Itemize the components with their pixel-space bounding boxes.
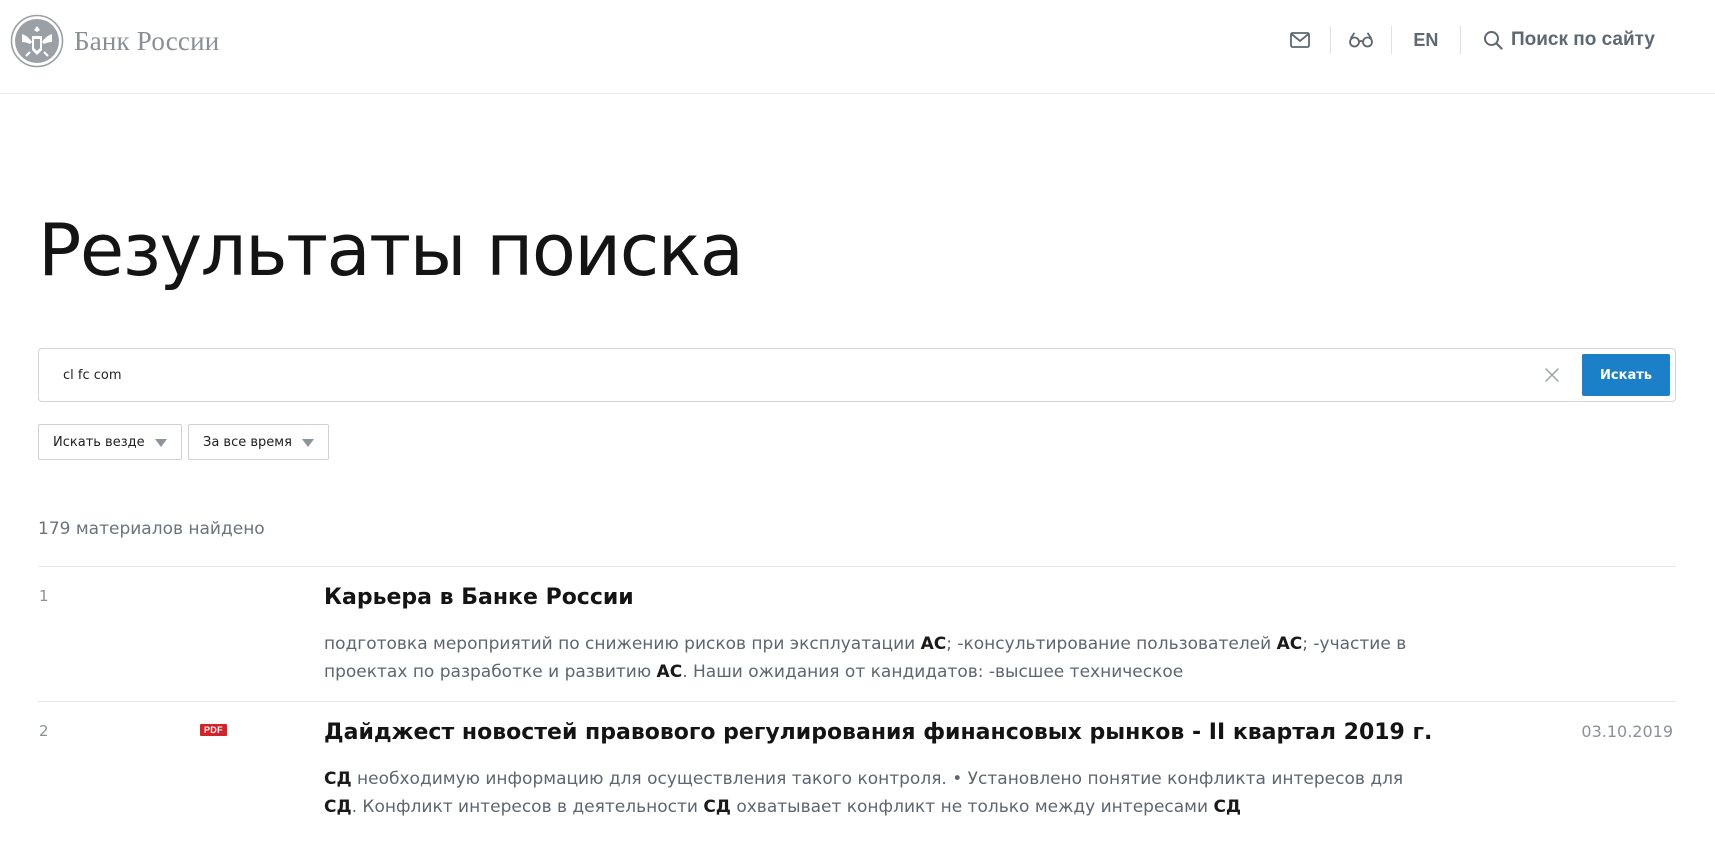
snippet-text: охватывает конфликт не только между инте… bbox=[730, 797, 1214, 817]
pdf-badge: PDF bbox=[200, 724, 227, 736]
result-number: 1 bbox=[39, 587, 49, 605]
scope-filter-dropdown[interactable]: Искать везде bbox=[38, 424, 182, 460]
page-title: Результаты поиска bbox=[38, 208, 744, 292]
result-title-link[interactable]: Карьера в Банке России bbox=[324, 585, 634, 610]
result-date: 03.10.2019 bbox=[1581, 722, 1673, 741]
mail-icon bbox=[1290, 32, 1310, 48]
snippet-highlight: СД bbox=[703, 797, 731, 817]
logo[interactable]: Банк России bbox=[10, 14, 219, 68]
snippet-highlight: АС bbox=[656, 662, 683, 682]
snippet-text: подготовка мероприятий по снижению риско… bbox=[324, 634, 921, 654]
snippet-text: необходимую информацию для осуществления… bbox=[351, 769, 1404, 789]
glasses-icon bbox=[1349, 32, 1373, 48]
snippet-highlight: СД bbox=[324, 769, 352, 789]
result-snippet: СД необходимую информацию для осуществле… bbox=[324, 765, 1414, 821]
language-switch[interactable]: EN bbox=[1392, 30, 1460, 51]
search-result-item: 2 PDF Дайджест новостей правового регули… bbox=[38, 701, 1676, 843]
logo-text: Банк России bbox=[74, 25, 220, 56]
search-result-item: 1 Карьера в Банке России подготовка меро… bbox=[38, 566, 1676, 702]
snippet-text: . Наши ожидания от кандидатов: -высшее т… bbox=[682, 662, 1184, 682]
search-submit-button[interactable]: Искать bbox=[1582, 354, 1670, 396]
snippet-highlight: СД bbox=[324, 797, 352, 817]
result-title-link[interactable]: Дайджест новостей правового регулировани… bbox=[324, 720, 1432, 745]
mail-button[interactable] bbox=[1270, 22, 1330, 58]
scope-filter-label: Искать везде bbox=[53, 434, 145, 450]
results-count: 179 материалов найдено bbox=[38, 519, 265, 539]
snippet-highlight: СД bbox=[1213, 797, 1242, 817]
period-filter-dropdown[interactable]: За все время bbox=[188, 424, 329, 460]
site-header: Банк России EN Поиск по сайту bbox=[0, 0, 1715, 94]
search-box: Искать bbox=[38, 348, 1676, 402]
search-icon bbox=[1483, 31, 1503, 50]
header-tools: EN Поиск по сайту bbox=[1270, 22, 1655, 58]
search-input[interactable] bbox=[63, 349, 1543, 401]
emblem-icon bbox=[10, 14, 64, 68]
site-search-label: Поиск по сайту bbox=[1510, 29, 1655, 50]
result-number: 2 bbox=[39, 722, 49, 740]
site-search-button[interactable]: Поиск по сайту bbox=[1461, 29, 1655, 51]
accessibility-button[interactable] bbox=[1331, 22, 1391, 58]
snippet-highlight: АС bbox=[920, 634, 947, 654]
chevron-down-icon bbox=[302, 439, 314, 447]
snippet-text: . Конфликт интересов в деятельности bbox=[351, 797, 704, 817]
clear-search-icon[interactable] bbox=[1541, 364, 1563, 386]
result-snippet: подготовка мероприятий по снижению риско… bbox=[324, 630, 1414, 686]
chevron-down-icon bbox=[155, 439, 167, 447]
period-filter-label: За все время bbox=[203, 434, 292, 450]
snippet-text: ; -консультирование пользователей bbox=[946, 634, 1277, 654]
snippet-highlight: АС bbox=[1276, 634, 1303, 654]
